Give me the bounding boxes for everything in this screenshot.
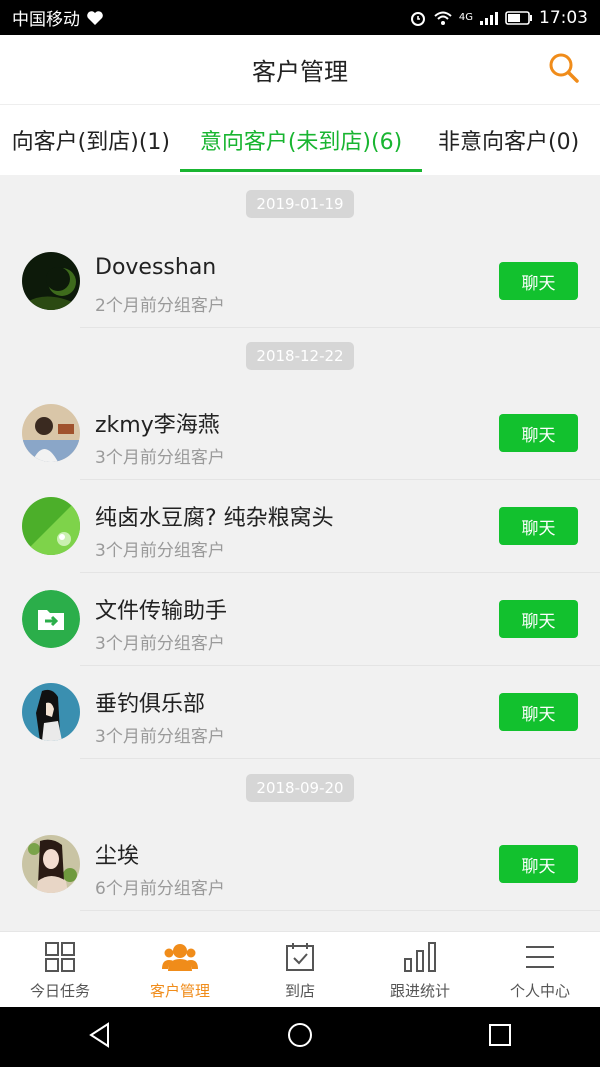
system-nav-bar [0,1007,600,1067]
grid-icon [44,940,76,974]
customer-name: 尘埃 [95,844,140,869]
customer-subtitle: 3个月前分组客户 [95,541,225,561]
list-item[interactable]: 垂钓俱乐部 3个月前分组客户 聊天 [0,666,600,759]
nav-label: 个人中心 [509,982,570,1000]
avatar [22,404,80,462]
list-item[interactable]: zkmy李海燕 3个月前分组客户 聊天 [0,387,600,480]
tab-not-intended[interactable]: 非意向客户(0) [432,105,600,175]
recents-icon[interactable] [486,1021,514,1053]
customer-list: 2019-01-19 Dovesshan 2个月前分组客户 聊天 2018-12… [0,175,600,931]
avatar [22,252,80,310]
clock-time: 17:03 [539,7,588,28]
customer-subtitle: 3个月前分组客户 [95,727,225,747]
tab-not-visited[interactable]: 意向客户(未到店)(6) [180,105,422,175]
customer-name: 纯卤水豆腐? 纯杂粮窝头 [95,506,334,531]
file-transfer-icon [22,590,80,648]
nav-today-tasks[interactable]: 今日任务 [0,932,120,1007]
page-title: 客户管理 [252,58,348,86]
list-item[interactable]: 尘埃 6个月前分组客户 聊天 [0,818,600,911]
date-header: 2018-12-22 [246,342,354,370]
divider [80,758,600,759]
chat-button[interactable]: 聊天 [499,600,578,638]
divider [80,910,600,911]
nav-label: 到店 [284,982,315,1000]
tab-visited[interactable]: 向客户(到店)(1) [0,105,170,175]
back-icon[interactable] [86,1021,114,1053]
customer-tabs: 向客户(到店)(1) 意向客户(未到店)(6) 非意向客户(0) [0,105,600,175]
divider [80,327,600,328]
home-icon[interactable] [286,1021,314,1053]
search-button[interactable] [546,52,582,88]
nav-label: 跟进统计 [389,982,450,1000]
avatar [22,497,80,555]
date-header: 2019-01-19 [246,190,354,218]
menu-icon [524,940,556,974]
customer-name: 垂钓俱乐部 [95,692,206,717]
nav-label: 客户管理 [149,982,210,1000]
list-item[interactable]: 文件传输助手 3个月前分组客户 聊天 [0,573,600,666]
chat-button[interactable]: 聊天 [499,262,578,300]
chat-button[interactable]: 聊天 [499,507,578,545]
heart-icon [86,10,104,26]
nav-personal-center[interactable]: 个人中心 [480,932,600,1007]
chat-button[interactable]: 聊天 [499,693,578,731]
app-header: 客户管理 [0,35,600,105]
date-header: 2018-09-20 [246,774,354,802]
chat-button[interactable]: 聊天 [499,414,578,452]
tab-active-indicator [180,169,422,172]
avatar [22,835,80,893]
customer-name: zkmy李海燕 [95,413,220,438]
signal-icon [479,10,499,26]
chat-button[interactable]: 聊天 [499,845,578,883]
customer-name: Dovesshan [95,255,217,280]
list-item[interactable]: Dovesshan 2个月前分组客户 聊天 [0,235,600,328]
bar-chart-icon [403,940,437,974]
customer-name: 文件传输助手 [95,599,228,624]
wifi-icon [433,10,453,26]
customer-subtitle: 3个月前分组客户 [95,634,225,654]
battery-icon [505,10,533,26]
carrier-label: 中国移动 [12,10,80,30]
customer-subtitle: 6个月前分组客户 [95,879,225,899]
people-icon [162,940,198,974]
avatar [22,683,80,741]
alarm-icon [409,9,427,27]
nav-customer-management[interactable]: 客户管理 [120,932,240,1007]
nav-label: 今日任务 [29,982,90,1000]
bottom-nav: 今日任务 客户管理 到店 跟进统计 个人中心 [0,931,600,1007]
customer-subtitle: 2个月前分组客户 [95,296,225,316]
search-icon [548,52,580,88]
nav-arrived[interactable]: 到店 [240,932,360,1007]
calendar-check-icon [284,940,316,974]
list-item[interactable]: 纯卤水豆腐? 纯杂粮窝头 3个月前分组客户 聊天 [0,480,600,573]
customer-subtitle: 3个月前分组客户 [95,448,225,468]
network-label: 4G [458,12,473,23]
nav-follow-stats[interactable]: 跟进统计 [360,932,480,1007]
status-bar: 中国移动 4G 17:03 [0,0,600,35]
